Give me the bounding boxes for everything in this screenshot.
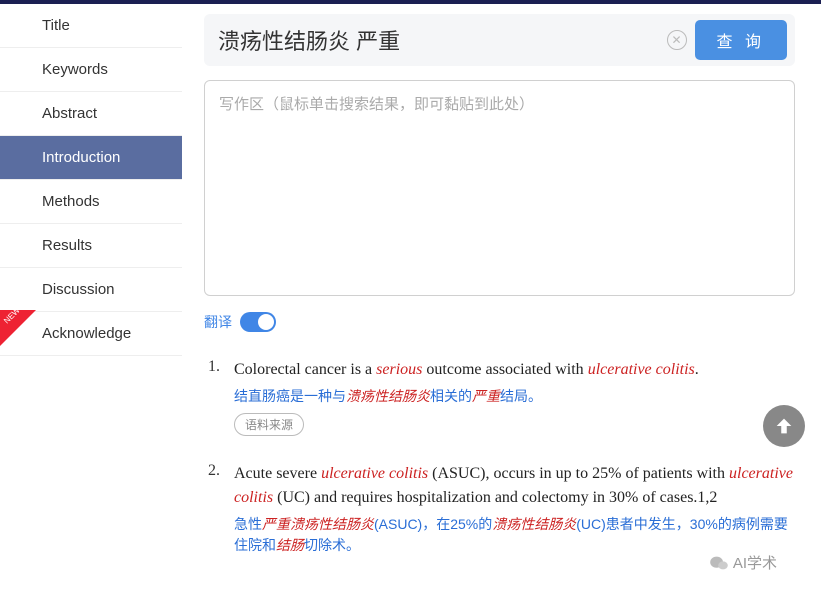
writing-area[interactable]: 写作区（鼠标单击搜索结果，即可黏贴到此处） (204, 80, 795, 296)
result-english: Acute severe ulcerative colitis (ASUC), … (234, 462, 795, 510)
results-list: 1. Colorectal cancer is a serious outcom… (204, 358, 795, 556)
translate-toggle[interactable] (240, 312, 276, 332)
sidebar-item-title[interactable]: Title (0, 4, 182, 48)
scroll-top-button[interactable] (763, 405, 805, 447)
result-item[interactable]: 2. Acute severe ulcerative colitis (ASUC… (208, 462, 795, 556)
sidebar: Title Keywords Abstract Introduction Met… (0, 4, 182, 591)
clear-icon[interactable]: ✕ (667, 30, 687, 50)
result-chinese: 结直肠癌是一种与溃疡性结肠炎相关的严重结局。 (234, 386, 795, 407)
new-badge-icon: NEW (0, 310, 36, 348)
sidebar-item-discussion[interactable]: Discussion (0, 268, 182, 312)
wechat-icon (709, 555, 729, 571)
sidebar-item-introduction[interactable]: Introduction (0, 136, 182, 180)
search-row: ✕ 查 询 (204, 14, 795, 66)
result-number: 2. (208, 462, 234, 556)
watermark: AI学术 (709, 552, 777, 573)
arrow-up-icon (773, 415, 795, 437)
source-button[interactable]: 语料来源 (234, 413, 304, 436)
translate-label: 翻译 (204, 312, 232, 332)
search-input[interactable] (212, 25, 659, 55)
sidebar-item-keywords[interactable]: Keywords (0, 48, 182, 92)
sidebar-item-label: Acknowledge (42, 325, 131, 342)
sidebar-item-acknowledge[interactable]: NEW Acknowledge (0, 312, 182, 356)
watermark-text: AI学术 (733, 552, 777, 573)
sidebar-item-methods[interactable]: Methods (0, 180, 182, 224)
query-button[interactable]: 查 询 (695, 20, 787, 60)
main-panel: ✕ 查 询 写作区（鼠标单击搜索结果，即可黏贴到此处） 翻译 1. Colore… (182, 4, 821, 591)
result-item[interactable]: 1. Colorectal cancer is a serious outcom… (208, 358, 795, 436)
translate-row: 翻译 (204, 312, 795, 332)
result-english: Colorectal cancer is a serious outcome a… (234, 358, 795, 382)
sidebar-item-abstract[interactable]: Abstract (0, 92, 182, 136)
result-chinese: 急性严重溃疡性结肠炎(ASUC)，在25%的溃疡性结肠炎(UC)患者中发生，30… (234, 514, 795, 556)
sidebar-item-results[interactable]: Results (0, 224, 182, 268)
result-number: 1. (208, 358, 234, 436)
